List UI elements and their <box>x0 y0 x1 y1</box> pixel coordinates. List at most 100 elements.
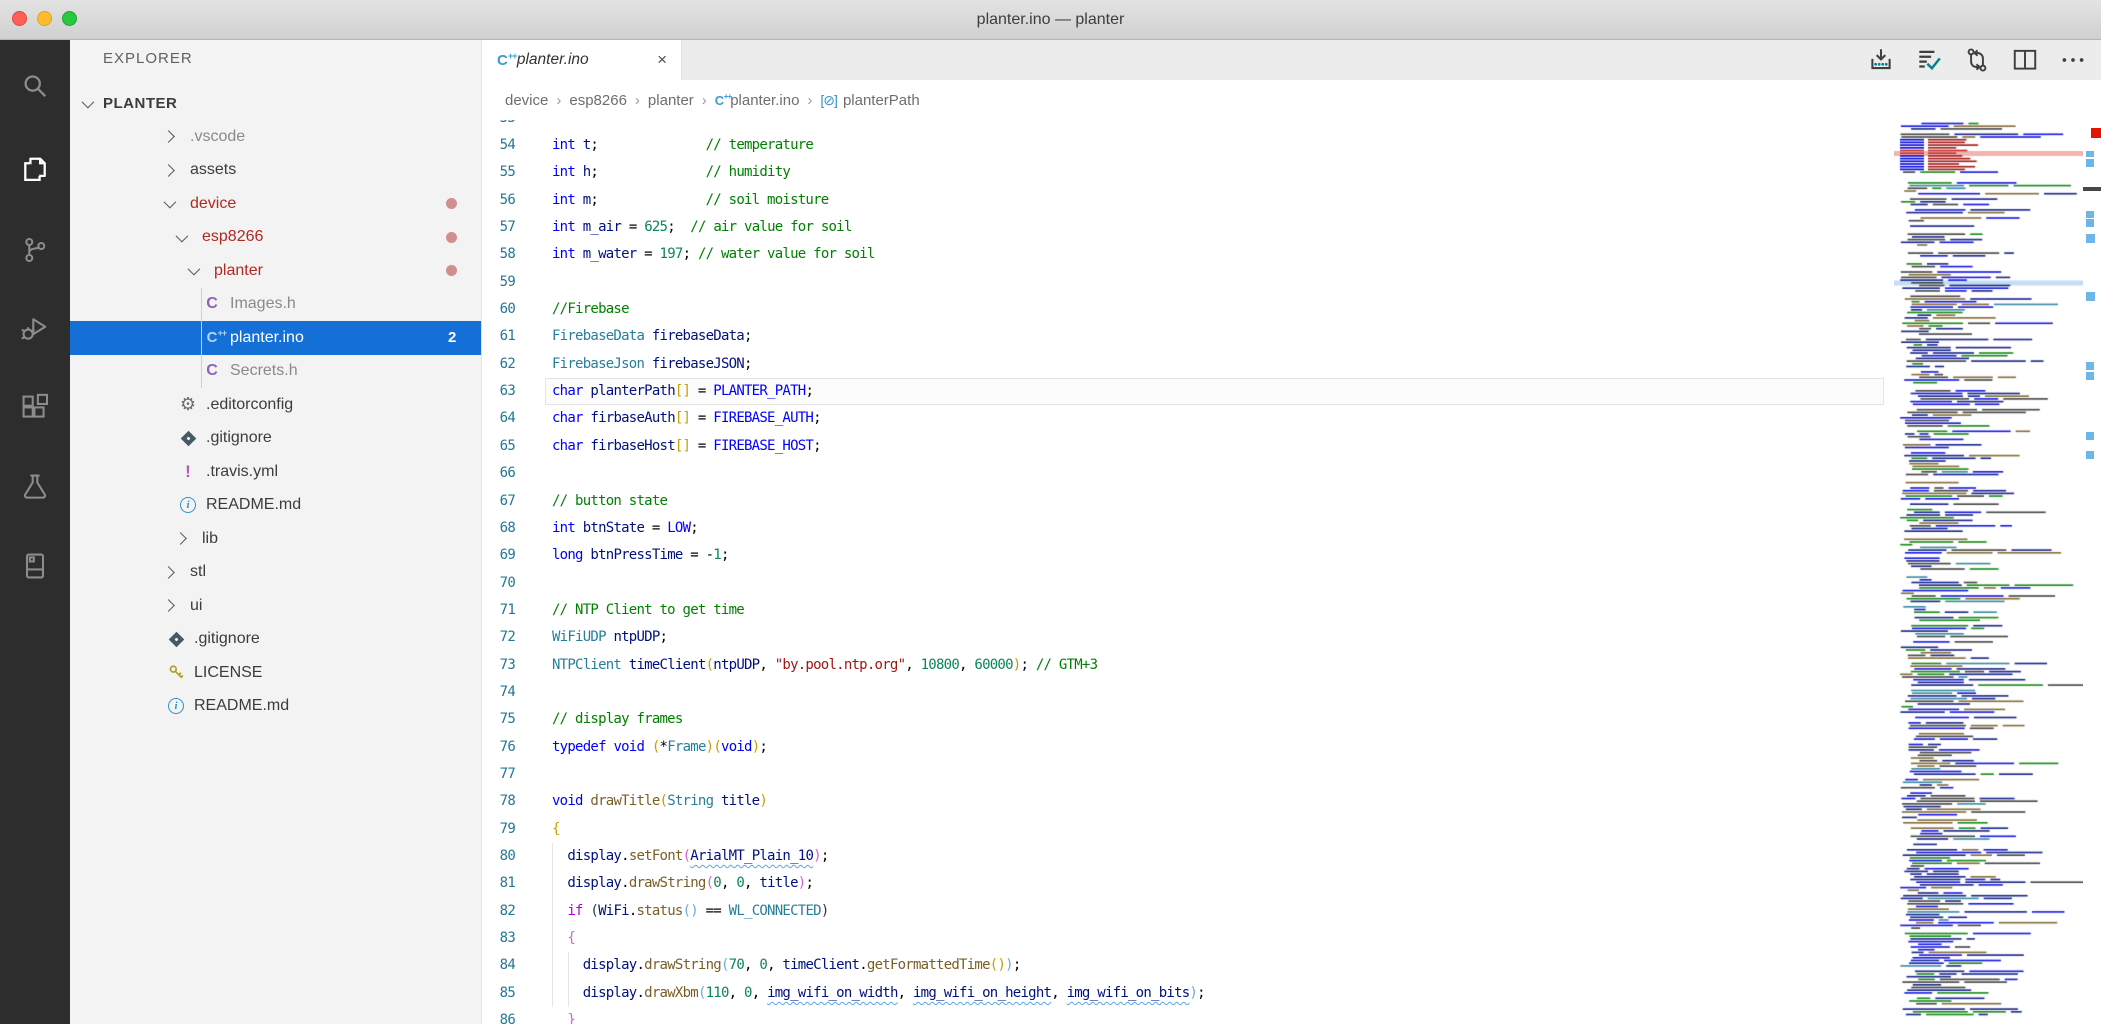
line-number[interactable]: 53 <box>482 120 516 132</box>
line-number[interactable]: 66 <box>482 460 516 487</box>
code-text[interactable] <box>515 761 552 788</box>
line-number[interactable]: 79 <box>482 816 516 843</box>
line-number[interactable]: 62 <box>482 351 516 378</box>
code-line-71[interactable]: 71// NTP Client to get time <box>482 597 1884 624</box>
line-number[interactable]: 82 <box>482 898 516 925</box>
code-line-80[interactable]: 80 display.setFont(ArialMT_Plain_10); <box>482 843 1884 870</box>
line-number[interactable]: 76 <box>482 734 516 761</box>
code-line-70[interactable]: 70 <box>482 570 1884 597</box>
code-text[interactable]: WiFiUDP ntpUDP; <box>515 624 668 651</box>
line-number[interactable]: 85 <box>482 980 516 1007</box>
code-text[interactable]: char firbaseHost[] = FIREBASE_HOST; <box>515 433 822 460</box>
extensions-icon[interactable] <box>13 386 57 430</box>
code-line-64[interactable]: 64 char firbaseAuth[] = FIREBASE_AUTH; <box>482 405 1884 432</box>
tree-item-stl[interactable]: stl <box>70 556 481 590</box>
line-number[interactable]: 60 <box>482 296 516 323</box>
code-editor[interactable]: 5354int t; // temperature55int h; // hum… <box>482 120 2101 1024</box>
code-line-79[interactable]: 79{ <box>482 816 1884 843</box>
arduino-verify-icon[interactable] <box>1915 46 1943 74</box>
line-number[interactable]: 67 <box>482 488 516 515</box>
code-line-53[interactable]: 53 <box>482 120 1884 132</box>
search-icon[interactable] <box>13 65 57 109</box>
tree-item-readme-md[interactable]: i README.md <box>70 489 481 523</box>
code-text[interactable]: { <box>515 925 575 952</box>
line-number[interactable]: 72 <box>482 624 516 651</box>
code-text[interactable]: int h; // humidity <box>515 159 791 186</box>
code-text[interactable]: } <box>515 1007 575 1024</box>
code-line-58[interactable]: 58 int m_water = 197; // water value for … <box>482 241 1884 268</box>
line-number[interactable]: 69 <box>482 542 516 569</box>
notebook-icon[interactable] <box>13 544 57 588</box>
code-text[interactable]: char planterPath[] = PLANTER_PATH; <box>515 378 814 405</box>
line-number[interactable]: 64 <box>482 405 516 432</box>
line-number[interactable]: 68 <box>482 515 516 542</box>
tree-item-gitignore[interactable]: .gitignore <box>70 623 481 657</box>
code-line-67[interactable]: 67// button state <box>482 488 1884 515</box>
code-text[interactable]: int m_air = 625; // air value for soil <box>515 214 852 241</box>
code-text[interactable]: long btnPressTime = -1; <box>515 542 729 569</box>
code-line-85[interactable]: 85 display.drawXbm(110, 0, img_wifi_on_w… <box>482 980 1884 1007</box>
code-text[interactable]: // button state <box>515 488 668 515</box>
tree-item-readme-md[interactable]: i README.md <box>70 690 481 724</box>
line-number[interactable]: 73 <box>482 652 516 679</box>
line-number[interactable]: 57 <box>482 214 516 241</box>
code-line-57[interactable]: 57 int m_air = 625; // air value for soil <box>482 214 1884 241</box>
code-line-83[interactable]: 83 { <box>482 925 1884 952</box>
code-line-56[interactable]: 56 int m; // soil moisture <box>482 187 1884 214</box>
code-line-66[interactable]: 66 <box>482 460 1884 487</box>
code-text[interactable]: int m_water = 197; // water value for so… <box>515 241 875 268</box>
line-number[interactable]: 75 <box>482 706 516 733</box>
code-text[interactable]: FirebaseData firebaseData; <box>515 323 752 350</box>
code-line-55[interactable]: 55 int h; // humidity <box>482 159 1884 186</box>
arduino-upload-icon[interactable] <box>1867 46 1895 74</box>
code-line-86[interactable]: 86 } <box>482 1007 1884 1024</box>
line-number[interactable]: 61 <box>482 323 516 350</box>
code-line-63[interactable]: 63 char planterPath[] = PLANTER_PATH; <box>482 378 1884 405</box>
tree-item-secrets-h[interactable]: C Secrets.h <box>70 355 481 389</box>
code-text[interactable]: if (WiFi.status() == WL_CONNECTED) <box>515 898 829 925</box>
code-line-61[interactable]: 61 FirebaseData firebaseData; <box>482 323 1884 350</box>
code-text[interactable]: //Firebase <box>515 296 630 323</box>
breadcrumb-item-planter-ino[interactable]: C ++ planter.ino <box>715 92 800 109</box>
tree-item-lib[interactable]: lib <box>70 522 481 556</box>
code-line-77[interactable]: 77 <box>482 761 1884 788</box>
line-number[interactable]: 65 <box>482 433 516 460</box>
minimap[interactable] <box>1894 120 2083 1024</box>
tab-planter-ino[interactable]: C ++ planter.ino × <box>482 40 682 80</box>
run-debug-icon[interactable] <box>13 307 57 351</box>
code-line-60[interactable]: 60//Firebase <box>482 296 1884 323</box>
split-editor-icon[interactable] <box>2011 46 2039 74</box>
code-line-74[interactable]: 74 <box>482 679 1884 706</box>
code-line-82[interactable]: 82 if (WiFi.status() == WL_CONNECTED) <box>482 898 1884 925</box>
code-text[interactable]: display.setFont(ArialMT_Plain_10); <box>515 843 829 870</box>
code-text[interactable] <box>515 460 552 487</box>
code-text[interactable]: // display frames <box>515 706 683 733</box>
code-line-59[interactable]: 59 <box>482 269 1884 296</box>
code-text[interactable]: void drawTitle(String title) <box>515 788 768 815</box>
line-number[interactable]: 78 <box>482 788 516 815</box>
close-tab-icon[interactable]: × <box>655 50 669 70</box>
code-text[interactable]: char firbaseAuth[] = FIREBASE_AUTH; <box>515 405 822 432</box>
code-text[interactable]: int btnState = LOW; <box>515 515 699 542</box>
code-text[interactable] <box>515 679 552 706</box>
line-number[interactable]: 84 <box>482 952 516 979</box>
code-text[interactable]: FirebaseJson firebaseJSON; <box>515 351 752 378</box>
line-number[interactable]: 55 <box>482 159 516 186</box>
code-line-62[interactable]: 62 FirebaseJson firebaseJSON; <box>482 351 1884 378</box>
tree-item-assets[interactable]: assets <box>70 154 481 188</box>
source-control-icon[interactable] <box>13 228 57 272</box>
tree-item-editorconfig[interactable]: ⚙ .editorconfig <box>70 388 481 422</box>
line-number[interactable]: 59 <box>482 269 516 296</box>
tree-item-images-h[interactable]: C Images.h <box>70 288 481 322</box>
explorer-icon[interactable] <box>13 147 57 191</box>
code-text[interactable]: // NTP Client to get time <box>515 597 745 624</box>
code-line-72[interactable]: 72 WiFiUDP ntpUDP; <box>482 624 1884 651</box>
code-line-65[interactable]: 65 char firbaseHost[] = FIREBASE_HOST; <box>482 433 1884 460</box>
tree-item-planter[interactable]: planter <box>70 254 481 288</box>
breadcrumb-item-esp8266[interactable]: esp8266 <box>569 92 627 109</box>
line-number[interactable]: 86 <box>482 1007 516 1024</box>
tree-item-license[interactable]: LICENSE <box>70 656 481 690</box>
tree-item-device[interactable]: device <box>70 187 481 221</box>
code-text[interactable]: typedef void (*Frame)(void); <box>515 734 768 761</box>
line-number[interactable]: 83 <box>482 925 516 952</box>
